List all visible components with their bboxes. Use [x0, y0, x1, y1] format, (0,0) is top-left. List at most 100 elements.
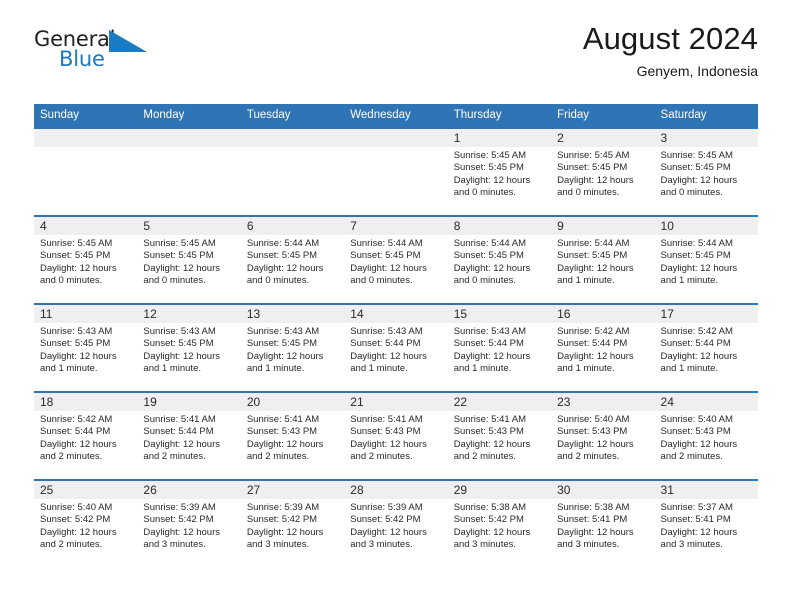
day-cell-inner [344, 129, 448, 215]
daylight-duration-line1: Daylight: 12 hours [246, 350, 324, 362]
sunset-time: Sunset: 5:42 PM [40, 514, 111, 526]
daylight-duration-line2: and 2 minutes. [350, 451, 413, 463]
calendar-week-row: 11 Sunrise: 5:43 AM Sunset: 5:45 PM Dayligh… [34, 303, 758, 392]
sunrise-time: Sunrise: 5:45 AM [660, 150, 733, 161]
calendar-day-cell[interactable]: 24 Sunrise: 5:40 AM Sunset: 5:43 PM Dayligh… [654, 391, 758, 480]
weekday-header-friday: Friday [551, 104, 655, 128]
sunset-time: Sunset: 5:41 PM [660, 514, 731, 526]
sunset-time: Sunset: 5:42 PM [143, 514, 214, 526]
calendar-day-cell[interactable]: 10 Sunrise: 5:44 AM Sunset: 5:45 PM Dayligh… [654, 215, 758, 304]
day-cell-inner: 8 Sunrise: 5:44 AM Sunset: 5:45 PM Daylight… [447, 217, 552, 303]
day-number: 7 [344, 217, 448, 235]
sunrise-time: Sunrise: 5:43 AM [143, 326, 216, 337]
sunrise-time: Sunrise: 5:43 AM [453, 326, 527, 337]
sunset-time: Sunset: 5:44 PM [557, 338, 628, 350]
day-cell-inner: 26 Sunrise: 5:39 AM Sunset: 5:42 PM Dayligh… [137, 481, 241, 567]
day-cell-inner: 11 Sunrise: 5:43 AM Sunset: 5:45 PM Dayligh… [34, 305, 138, 391]
calendar-day-cell[interactable]: 22 Sunrise: 5:41 AM Sunset: 5:43 PM Dayligh… [447, 391, 552, 480]
day-number [137, 129, 241, 147]
calendar-day-cell[interactable]: 30 Sunrise: 5:38 AM Sunset: 5:41 PM Dayligh… [551, 479, 655, 567]
sunset-time: Sunset: 5:44 PM [350, 338, 421, 350]
day-number: 1 [447, 129, 552, 147]
calendar-day-cell[interactable]: 20 Sunrise: 5:41 AM Sunset: 5:43 PM Dayligh… [240, 391, 345, 480]
calendar-day-cell[interactable]: 17 Sunrise: 5:42 AM Sunset: 5:44 PM Dayligh… [654, 303, 758, 392]
calendar-day-cell[interactable]: 19 Sunrise: 5:41 AM Sunset: 5:44 PM Dayligh… [137, 391, 241, 480]
sunset-time: Sunset: 5:45 PM [143, 250, 214, 262]
page-title: August 2024 [582, 21, 758, 56]
day-cell-inner [240, 129, 345, 215]
sunset-time: Sunset: 5:45 PM [557, 162, 628, 174]
calendar-day-cell[interactable]: 11 Sunrise: 5:43 AM Sunset: 5:45 PM Dayligh… [34, 303, 138, 392]
calendar-day-cell[interactable]: 27 Sunrise: 5:39 AM Sunset: 5:42 PM Dayligh… [240, 479, 345, 567]
calendar-day-cell[interactable]: 13 Sunrise: 5:43 AM Sunset: 5:45 PM Dayligh… [240, 303, 345, 392]
sunrise-time: Sunrise: 5:43 AM [40, 326, 113, 337]
day-number: 5 [137, 217, 241, 235]
calendar-day-cell[interactable]: 25 Sunrise: 5:40 AM Sunset: 5:42 PM Dayligh… [34, 479, 138, 567]
calendar-day-cell[interactable]: 28 Sunrise: 5:39 AM Sunset: 5:42 PM Dayligh… [344, 479, 448, 567]
daylight-duration-line1: Daylight: 12 hours [660, 174, 738, 186]
daylight-duration-line1: Daylight: 12 hours [246, 526, 324, 538]
day-cell-inner [137, 129, 241, 215]
calendar-day-cell[interactable]: 18 Sunrise: 5:42 AM Sunset: 5:44 PM Dayligh… [34, 391, 138, 480]
location-subtitle: Genyem, Indonesia [636, 63, 758, 79]
day-cell-details: Sunrise: 5:39 AM Sunset: 5:42 PM Daylight:… [241, 499, 344, 552]
day-cell-inner: 20 Sunrise: 5:41 AM Sunset: 5:43 PM Dayligh… [240, 393, 345, 479]
sunset-time: Sunset: 5:45 PM [660, 162, 731, 174]
sunrise-time: Sunrise: 5:44 AM [246, 238, 320, 249]
day-number: 27 [240, 481, 345, 499]
calendar-day-cell[interactable]: 8 Sunrise: 5:44 AM Sunset: 5:45 PM Daylight… [447, 215, 552, 304]
calendar-day-cell[interactable]: 23 Sunrise: 5:40 AM Sunset: 5:43 PM Dayligh… [551, 391, 655, 480]
daylight-duration-line2: and 0 minutes. [660, 187, 723, 199]
calendar-day-cell[interactable]: 4 Sunrise: 5:45 AM Sunset: 5:45 PM Daylight… [34, 215, 138, 304]
daylight-duration-line1: Daylight: 12 hours [557, 438, 634, 450]
daylight-duration-line2: and 3 minutes. [660, 539, 723, 551]
day-cell-details: Sunrise: 5:42 AM Sunset: 5:44 PM Daylight:… [551, 323, 654, 376]
sunset-time: Sunset: 5:45 PM [557, 250, 628, 262]
day-number: 17 [654, 305, 758, 323]
calendar-day-cell[interactable]: 12 Sunrise: 5:43 AM Sunset: 5:45 PM Dayligh… [137, 303, 241, 392]
calendar-page: General Blue August 2024 Genyem, Indones… [0, 0, 792, 612]
calendar-day-cell[interactable]: 21 Sunrise: 5:41 AM Sunset: 5:43 PM Dayligh… [344, 391, 448, 480]
calendar-day-cell[interactable]: 6 Sunrise: 5:44 AM Sunset: 5:45 PM Daylight… [240, 215, 345, 304]
daylight-duration-line2: and 2 minutes. [660, 451, 723, 463]
calendar-day-cell[interactable]: 2 Sunrise: 5:45 AM Sunset: 5:45 PM Daylight… [551, 127, 655, 216]
daylight-duration-line1: Daylight: 12 hours [143, 438, 220, 450]
sunrise-time: Sunrise: 5:44 AM [660, 238, 733, 249]
calendar-day-cell[interactable]: 26 Sunrise: 5:39 AM Sunset: 5:42 PM Dayligh… [137, 479, 241, 567]
daylight-duration-line1: Daylight: 12 hours [40, 350, 117, 362]
daylight-duration-line1: Daylight: 12 hours [143, 526, 220, 538]
sunrise-time: Sunrise: 5:38 AM [453, 502, 527, 513]
daylight-duration-line1: Daylight: 12 hours [350, 526, 427, 538]
day-cell-details: Sunrise: 5:43 AM Sunset: 5:45 PM Daylight:… [137, 323, 240, 376]
daylight-duration-line1: Daylight: 12 hours [143, 350, 220, 362]
calendar-day-cell[interactable]: 5 Sunrise: 5:45 AM Sunset: 5:45 PM Daylight… [137, 215, 241, 304]
daylight-duration-line2: and 1 minute. [246, 363, 305, 375]
calendar-day-cell[interactable]: 7 Sunrise: 5:44 AM Sunset: 5:45 PM Daylight… [344, 215, 448, 304]
calendar-day-cell[interactable]: 1 Sunrise: 5:45 AM Sunset: 5:45 PM Daylight… [447, 127, 552, 216]
sunrise-time: Sunrise: 5:39 AM [143, 502, 216, 513]
day-cell-inner: 31 Sunrise: 5:37 AM Sunset: 5:41 PM Dayligh… [654, 481, 758, 567]
calendar-day-cell[interactable]: 31 Sunrise: 5:37 AM Sunset: 5:41 PM Dayligh… [654, 479, 758, 567]
daylight-duration-line2: and 2 minutes. [40, 539, 103, 551]
daylight-duration-line1: Daylight: 12 hours [660, 262, 738, 274]
day-number [34, 129, 138, 147]
daylight-duration-line2: and 1 minute. [660, 363, 719, 375]
calendar-day-cell[interactable]: 16 Sunrise: 5:42 AM Sunset: 5:44 PM Dayligh… [551, 303, 655, 392]
calendar-day-cell[interactable]: 29 Sunrise: 5:38 AM Sunset: 5:42 PM Dayligh… [447, 479, 552, 567]
calendar-day-cell[interactable]: 15 Sunrise: 5:43 AM Sunset: 5:44 PM Dayligh… [447, 303, 552, 392]
calendar-day-cell[interactable]: 14 Sunrise: 5:43 AM Sunset: 5:44 PM Dayligh… [344, 303, 448, 392]
general-blue-logo[interactable]: General Blue [34, 28, 154, 74]
calendar-body: 1 Sunrise: 5:45 AM Sunset: 5:45 PM Daylight… [34, 127, 758, 567]
daylight-duration-line2: and 1 minute. [660, 275, 719, 287]
day-cell-details: Sunrise: 5:38 AM Sunset: 5:42 PM Daylight:… [448, 499, 551, 552]
day-cell-details: Sunrise: 5:43 AM Sunset: 5:45 PM Daylight:… [241, 323, 344, 376]
calendar-day-cell[interactable]: 3 Sunrise: 5:45 AM Sunset: 5:45 PM Daylight… [654, 127, 758, 216]
calendar-day-cell[interactable]: 9 Sunrise: 5:44 AM Sunset: 5:45 PM Daylight… [551, 215, 655, 304]
day-number: 6 [240, 217, 345, 235]
day-cell-inner: 24 Sunrise: 5:40 AM Sunset: 5:43 PM Dayligh… [654, 393, 758, 479]
daylight-duration-line1: Daylight: 12 hours [453, 438, 531, 450]
daylight-duration-line1: Daylight: 12 hours [557, 526, 634, 538]
day-cell-details: Sunrise: 5:44 AM Sunset: 5:45 PM Daylight:… [551, 235, 654, 288]
day-cell-details: Sunrise: 5:44 AM Sunset: 5:45 PM Daylight:… [241, 235, 344, 288]
day-number: 28 [344, 481, 448, 499]
